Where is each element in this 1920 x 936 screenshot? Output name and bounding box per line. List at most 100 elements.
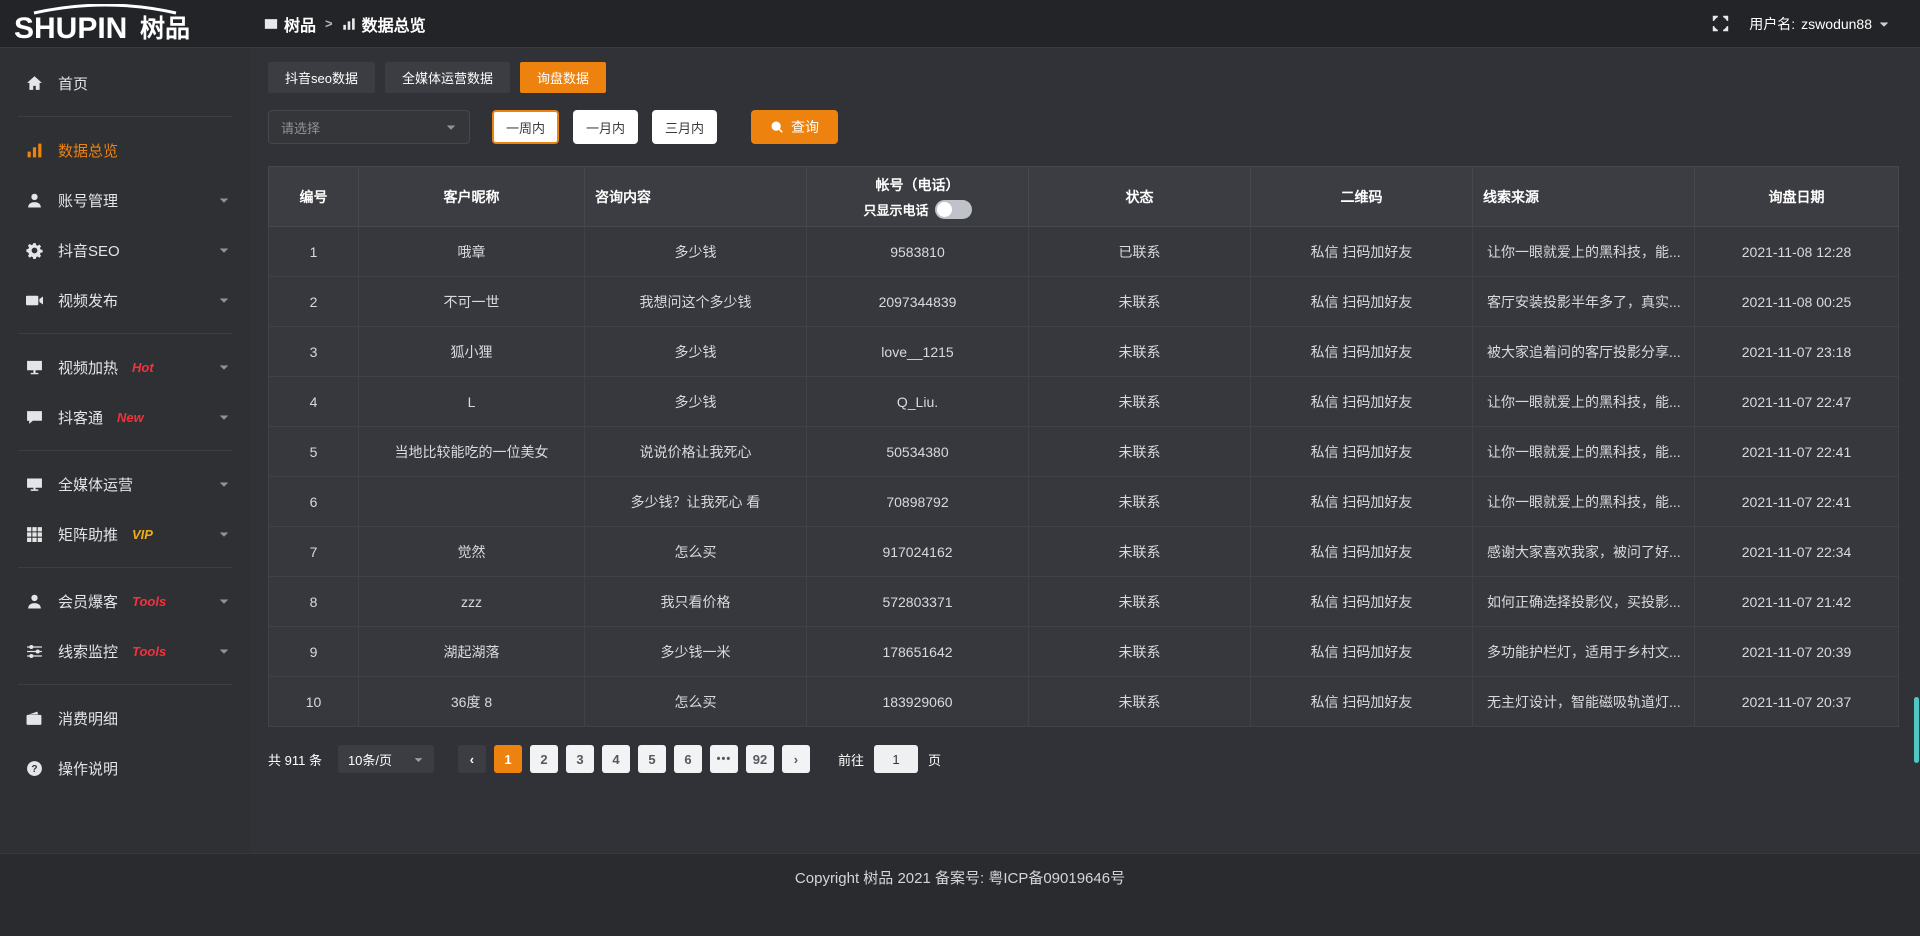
- cell-date: 2021-11-07 22:41: [1695, 427, 1899, 477]
- cell-source-link[interactable]: 让你一眼就爱上的黑科技，能...: [1473, 477, 1695, 527]
- cell-source-link[interactable]: 客厅安装投影半年多了，真实...: [1473, 277, 1695, 327]
- cell-source-link[interactable]: 如何正确选择投影仪，买投影...: [1473, 577, 1695, 627]
- cell-account: 178651642: [807, 627, 1029, 677]
- filter-select[interactable]: 请选择: [268, 110, 470, 144]
- sidebar-item-label: 线索监控: [58, 641, 118, 662]
- page-button-6[interactable]: 6: [674, 745, 702, 773]
- sidebar-item-media-ops[interactable]: 全媒体运营: [0, 459, 250, 509]
- cell-qrcode-link[interactable]: 私信 扫码加好友: [1251, 377, 1473, 427]
- cell-content: 怎么买: [585, 527, 807, 577]
- sidebar-item-video-heat[interactable]: 视频加热 Hot: [0, 342, 250, 392]
- page-button-4[interactable]: 4: [602, 745, 630, 773]
- cell-qrcode-link[interactable]: 私信 扫码加好友: [1251, 477, 1473, 527]
- cell-account: 572803371: [807, 577, 1029, 627]
- goto-page-input[interactable]: [874, 745, 918, 773]
- cell-content: 多少钱: [585, 377, 807, 427]
- breadcrumb-current[interactable]: 数据总览: [342, 12, 426, 36]
- sidebar-item-data-overview[interactable]: 数据总览: [0, 125, 250, 175]
- cell-status: 未联系: [1029, 327, 1251, 377]
- cell-date: 2021-11-08 00:25: [1695, 277, 1899, 327]
- sidebar-item-douyin-seo[interactable]: 抖音SEO: [0, 225, 250, 275]
- cell-qrcode-link[interactable]: 私信 扫码加好友: [1251, 627, 1473, 677]
- sidebar-divider: [18, 450, 232, 451]
- sidebar-item-account-mgmt[interactable]: 账号管理: [0, 175, 250, 225]
- username-label: 用户名:: [1749, 14, 1795, 34]
- next-page-button[interactable]: ›: [782, 745, 810, 773]
- chevron-down-icon: [445, 121, 457, 133]
- table-row: 10 36度 8 怎么买 183929060 未联系 私信 扫码加好友 无主灯设…: [269, 677, 1899, 727]
- page-button-92[interactable]: 92: [746, 745, 774, 773]
- breadcrumb: 树品 > 数据总览: [264, 12, 426, 36]
- tab-douyin-seo-data[interactable]: 抖音seo数据: [268, 62, 375, 93]
- home-icon: [26, 75, 43, 92]
- tab-inquiry-data[interactable]: 询盘数据: [520, 62, 606, 93]
- cell-source-link[interactable]: 无主灯设计，智能磁吸轨道灯...: [1473, 677, 1695, 727]
- range-button-month[interactable]: 一月内: [573, 110, 638, 144]
- cell-status: 未联系: [1029, 377, 1251, 427]
- sidebar-item-instructions[interactable]: ? 操作说明: [0, 743, 250, 793]
- breadcrumb-root[interactable]: 树品: [264, 12, 316, 36]
- chevron-down-icon: [218, 528, 230, 540]
- chevron-down-icon: [218, 194, 230, 206]
- search-button[interactable]: 查询: [751, 110, 838, 144]
- range-button-week[interactable]: 一周内: [492, 110, 559, 144]
- page-button-5[interactable]: 5: [638, 745, 666, 773]
- cell-qrcode-link[interactable]: 私信 扫码加好友: [1251, 277, 1473, 327]
- chevron-down-icon: [1878, 18, 1890, 30]
- range-button-label: 一周内: [506, 118, 545, 137]
- column-qrcode: 二维码: [1251, 167, 1473, 227]
- range-button-quarter[interactable]: 三月内: [652, 110, 717, 144]
- cell-account: 2097344839: [807, 277, 1029, 327]
- fullscreen-icon[interactable]: [1712, 15, 1729, 32]
- sidebar-item-expense-detail[interactable]: 消费明细: [0, 693, 250, 743]
- cell-account: 70898792: [807, 477, 1029, 527]
- sidebar-item-video-publish[interactable]: 视频发布: [0, 275, 250, 325]
- sidebar-item-badge: New: [117, 410, 144, 425]
- tab-media-ops-data[interactable]: 全媒体运营数据: [385, 62, 510, 93]
- page-button-3[interactable]: 3: [566, 745, 594, 773]
- cell-id: 3: [269, 327, 359, 377]
- page-button-1[interactable]: 1: [494, 745, 522, 773]
- table-body: 1 哦章 多少钱 9583810 已联系 私信 扫码加好友 让你一眼就爱上的黑科…: [269, 227, 1899, 727]
- page-button-more[interactable]: •••: [710, 745, 738, 773]
- sidebar-item-member-burst[interactable]: 会员爆客 Tools: [0, 576, 250, 626]
- column-account-label: 帐号（电话）: [876, 175, 960, 195]
- phone-only-toggle[interactable]: [935, 200, 972, 219]
- cell-qrcode-link[interactable]: 私信 扫码加好友: [1251, 527, 1473, 577]
- person-icon: [26, 593, 43, 610]
- cell-source-link[interactable]: 让你一眼就爱上的黑科技，能...: [1473, 427, 1695, 477]
- cell-date: 2021-11-08 12:28: [1695, 227, 1899, 277]
- chevron-down-icon: [413, 754, 424, 765]
- cell-date: 2021-11-07 22:41: [1695, 477, 1899, 527]
- table-row: 3 狐小狸 多少钱 love__1215 未联系 私信 扫码加好友 被大家追着问…: [269, 327, 1899, 377]
- cell-qrcode-link[interactable]: 私信 扫码加好友: [1251, 577, 1473, 627]
- sidebar-divider: [18, 333, 232, 334]
- cell-nickname: L: [359, 377, 585, 427]
- cell-qrcode-link[interactable]: 私信 扫码加好友: [1251, 427, 1473, 477]
- cell-source-link[interactable]: 感谢大家喜欢我家，被问了好...: [1473, 527, 1695, 577]
- cell-source-link[interactable]: 让你一眼就爱上的黑科技，能...: [1473, 377, 1695, 427]
- sidebar-item-home[interactable]: 首页: [0, 58, 250, 108]
- sidebar-item-douketong[interactable]: 抖客通 New: [0, 392, 250, 442]
- cell-nickname: 当地比较能吃的一位美女: [359, 427, 585, 477]
- cell-qrcode-link[interactable]: 私信 扫码加好友: [1251, 677, 1473, 727]
- page-size-value: 10条/页: [348, 750, 392, 769]
- cell-qrcode-link[interactable]: 私信 扫码加好友: [1251, 227, 1473, 277]
- sidebar-item-clue-monitor[interactable]: 线索监控 Tools: [0, 626, 250, 676]
- cell-source-link[interactable]: 多功能护栏灯，适用于乡村文...: [1473, 627, 1695, 677]
- logo-text-en: SHUPIN: [14, 12, 127, 44]
- page-size-select[interactable]: 10条/页: [338, 745, 434, 773]
- cell-source-link[interactable]: 让你一眼就爱上的黑科技，能...: [1473, 227, 1695, 277]
- cell-content: 多少钱一米: [585, 627, 807, 677]
- prev-page-button[interactable]: ‹: [458, 745, 486, 773]
- column-date: 询盘日期: [1695, 167, 1899, 227]
- user-menu[interactable]: 用户名: zswodun88: [1749, 14, 1890, 34]
- scrollbar-thumb[interactable]: [1914, 697, 1919, 763]
- sidebar-item-matrix-boost[interactable]: 矩阵助推 VIP: [0, 509, 250, 559]
- cell-source-link[interactable]: 被大家追着问的客厅投影分享...: [1473, 327, 1695, 377]
- cell-qrcode-link[interactable]: 私信 扫码加好友: [1251, 327, 1473, 377]
- breadcrumb-current-label: 数据总览: [362, 12, 426, 36]
- sidebar-item-label: 视频发布: [58, 290, 118, 311]
- page-button-2[interactable]: 2: [530, 745, 558, 773]
- sliders-icon: [26, 643, 43, 660]
